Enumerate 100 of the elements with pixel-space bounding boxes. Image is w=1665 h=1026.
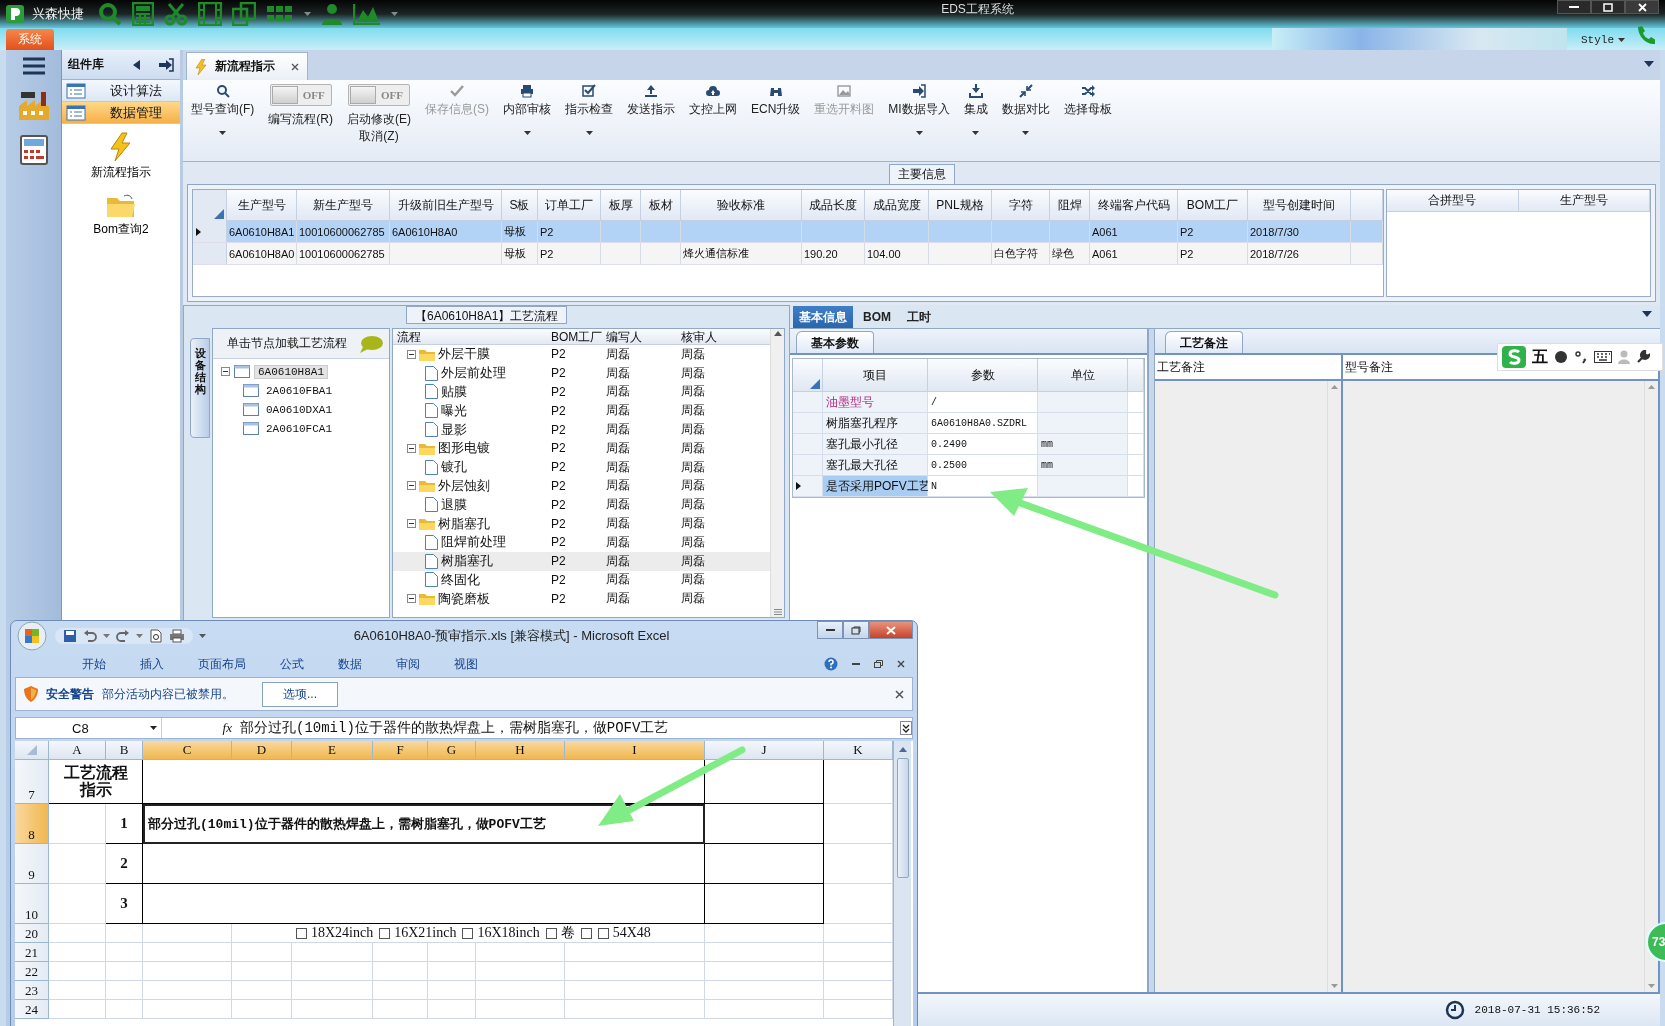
person-icon[interactable] <box>321 3 343 25</box>
tab[interactable]: 基本信息 <box>793 306 853 328</box>
maximize-button[interactable] <box>1591 0 1625 14</box>
tab[interactable]: BOM <box>857 306 897 328</box>
column-header[interactable]: B <box>106 741 143 760</box>
phone-icon[interactable] <box>1635 25 1655 45</box>
collapse-icon[interactable] <box>407 519 416 529</box>
toolbar-button[interactable]: 发送指示 <box>627 84 675 135</box>
collapse-icon[interactable] <box>221 367 230 376</box>
search-icon[interactable] <box>98 2 122 26</box>
tree-node[interactable]: 贴膜 <box>441 383 467 401</box>
close-button[interactable] <box>869 621 913 639</box>
column-header[interactable]: I <box>565 741 705 760</box>
close-button[interactable] <box>1625 0 1659 14</box>
ribbon-tab[interactable]: 插入 <box>123 655 181 673</box>
column-header[interactable]: 生产型号 <box>1518 190 1650 212</box>
column-header[interactable]: 合拼型号 <box>1387 190 1519 212</box>
tree-node[interactable]: 2A0610FBA1 <box>263 384 335 397</box>
calculator-icon[interactable] <box>132 2 154 26</box>
column-header[interactable]: BOM工厂 <box>547 329 602 346</box>
column-header[interactable]: J <box>705 741 824 760</box>
collapse-icon[interactable] <box>407 481 416 491</box>
toolbar-button[interactable]: 内部审核 <box>503 84 551 135</box>
collapse-icon[interactable] <box>407 349 416 359</box>
column-header[interactable]: C <box>143 741 232 760</box>
tree-node[interactable]: 2A0610FCA1 <box>263 422 335 435</box>
keyboard-icon[interactable] <box>1594 351 1612 363</box>
menu-icon[interactable] <box>21 56 46 76</box>
column-header[interactable]: 核审人 <box>677 329 747 346</box>
row-header[interactable]: 22 <box>15 962 49 981</box>
tree-node[interactable]: 陶瓷磨板 <box>438 589 490 608</box>
toolbar-button[interactable]: MI数据导入 <box>888 84 950 135</box>
row-header[interactable]: 23 <box>15 981 49 1000</box>
ribbon-tab[interactable]: 开始 <box>65 655 123 673</box>
collapse-icon[interactable] <box>133 59 140 70</box>
dropdown-icon[interactable] <box>1644 61 1654 67</box>
ribbon-tab[interactable]: 数据 <box>321 655 379 673</box>
table-row[interactable]: 6A0610H8A1 10010600062785 6A0610H8A0 母板 P2 A061 P2 2018/7/30 <box>193 221 1383 243</box>
column-header[interactable]: 流程 <box>393 329 547 346</box>
toolbar-button[interactable]: 文控上网 <box>689 84 737 135</box>
column-header[interactable]: H <box>476 741 565 760</box>
close-icon[interactable] <box>291 62 299 71</box>
toolbar-button[interactable]: 型号查询(F) <box>191 84 255 135</box>
exit-icon[interactable] <box>158 57 174 72</box>
tree-node[interactable]: 外层干膜 <box>438 345 490 364</box>
row-header[interactable]: 21 <box>15 943 49 962</box>
toolbar-button[interactable]: 数据对比 <box>1001 84 1050 135</box>
row-header[interactable] <box>793 476 823 497</box>
punctuation-icon[interactable] <box>1574 350 1588 364</box>
sidebar-item[interactable]: 数据管理 <box>62 102 180 124</box>
tree-node[interactable]: 树脂塞孔 <box>438 514 490 533</box>
table-row[interactable]: 6A0610H8A0 10010600062785 母板 P2 烽火通信标准 190.20 104.00 白色字符 绿色 A061 P2 2018/7/26 <box>193 243 1383 265</box>
checkbox[interactable] <box>545 927 557 939</box>
component-tile[interactable]: 新流程指示 <box>91 132 151 181</box>
tree-node[interactable]: 镀孔 <box>441 458 467 477</box>
calculator-icon[interactable] <box>18 134 49 166</box>
column-header[interactable]: E <box>292 741 373 760</box>
undo-icon[interactable] <box>83 630 97 642</box>
collapse-icon[interactable] <box>407 443 416 453</box>
tree-node[interactable]: 6A0610H8A1 <box>254 364 328 379</box>
chart-icon[interactable] <box>353 3 381 25</box>
tree-node[interactable]: 阻焊前处理 <box>441 533 506 552</box>
column-header[interactable]: F <box>373 741 428 760</box>
component-tile[interactable]: Bom查询2 <box>93 193 149 238</box>
printer-icon[interactable] <box>169 629 185 643</box>
toolbar-button[interactable]: 指示检查 <box>565 84 613 135</box>
options-button[interactable]: 选项... <box>262 681 338 707</box>
grid-icon[interactable] <box>266 4 294 24</box>
save-icon[interactable] <box>63 629 77 643</box>
checkbox[interactable] <box>462 927 474 939</box>
office-button[interactable] <box>15 621 49 651</box>
collapse-icon[interactable] <box>407 594 416 604</box>
column-header[interactable]: A <box>49 741 106 760</box>
input-mode[interactable]: 五 <box>1532 346 1548 368</box>
ribbon-tab[interactable]: 页面布局 <box>181 655 263 673</box>
tab[interactable]: 工艺备注 <box>1165 331 1243 353</box>
style-menu[interactable]: Style <box>1567 34 1631 50</box>
column-header[interactable]: 工艺备注 <box>1155 355 1343 379</box>
checkbox[interactable] <box>296 927 307 939</box>
ime-logo-icon[interactable] <box>1502 346 1526 368</box>
minimize-button[interactable] <box>1557 0 1591 14</box>
side-tab[interactable]: 设备结构 <box>190 338 210 438</box>
print-preview-icon[interactable] <box>149 629 163 643</box>
close-icon[interactable] <box>895 689 904 699</box>
tree-node[interactable]: 退膜 <box>441 495 467 514</box>
ribbon-tab[interactable]: 审阅 <box>379 655 437 673</box>
close-icon[interactable] <box>897 660 905 668</box>
wrench-icon[interactable] <box>1636 350 1650 364</box>
column-header[interactable]: G <box>428 741 476 760</box>
row-header[interactable]: 7 <box>15 760 49 804</box>
copy-icon[interactable] <box>232 2 256 26</box>
scrollbar[interactable] <box>1327 381 1341 992</box>
tree-node[interactable]: 外层前处理 <box>441 364 506 383</box>
moon-icon[interactable] <box>1554 350 1568 364</box>
tree-node[interactable]: 树脂塞孔 <box>441 552 493 571</box>
column-header[interactable]: K <box>824 741 893 760</box>
column-header[interactable]: 编写人 <box>602 329 677 346</box>
scrollbar[interactable] <box>893 741 911 1026</box>
restore-button[interactable] <box>843 621 869 639</box>
minimize-icon[interactable] <box>852 662 860 666</box>
